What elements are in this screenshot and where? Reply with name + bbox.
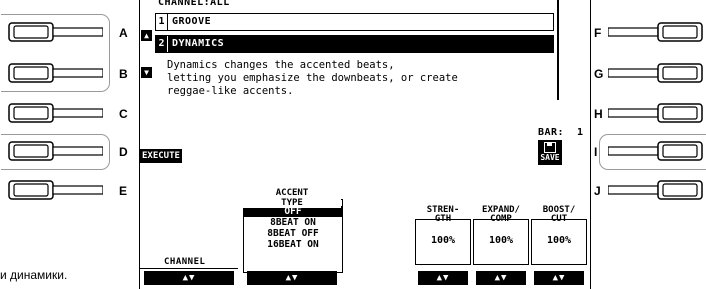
list-item-number: 1	[156, 14, 168, 30]
button-label-h: H	[594, 107, 603, 121]
channel-label: CHANNEL	[164, 257, 206, 267]
strength-updown-button[interactable]: ▲▼	[418, 271, 468, 285]
boost-cut-updown-button[interactable]: ▲▼	[534, 271, 584, 285]
description-line: Dynamics changes the accented beats,	[167, 59, 395, 71]
right-button-h[interactable]	[608, 102, 706, 124]
list-item-groove[interactable]: 1 GROOVE	[155, 13, 554, 31]
accent-type-subtitle: TYPE	[243, 198, 341, 208]
save-label: SAVE	[540, 153, 560, 162]
accent-option-8beat-off[interactable]: 8BEAT OFF	[244, 228, 342, 239]
lcd-screen: CHANNEL:ALL ▲ ▼ 1 GROOVE 2 DYNAMICS Dyna…	[139, 0, 591, 289]
left-button-c[interactable]	[5, 102, 103, 124]
panel-divider	[557, 0, 559, 100]
button-label-j: J	[594, 184, 601, 198]
button-label-b: B	[119, 67, 128, 81]
boost-cut-value: 100%	[546, 235, 572, 246]
caption-text: и динамики.	[0, 268, 68, 282]
strength-value: 100%	[430, 235, 456, 246]
scroll-down-icon[interactable]: ▼	[141, 67, 152, 78]
right-button-j[interactable]	[608, 179, 706, 201]
floppy-icon	[544, 142, 556, 153]
channel-header: CHANNEL:ALL	[158, 0, 230, 8]
accent-type-updown-button[interactable]: ▲▼	[247, 271, 337, 285]
description-text: Dynamics changes the accented beats, let…	[167, 59, 557, 98]
expand-comp-value: 100%	[488, 235, 514, 246]
accent-option-8beat-on[interactable]: 8BEAT ON	[244, 217, 342, 228]
button-label-f: F	[594, 26, 602, 40]
description-line: letting you emphasize the downbeats, or …	[167, 72, 458, 84]
accent-option-16beat-on[interactable]: 16BEAT ON	[244, 239, 342, 250]
button-label-d: D	[119, 145, 128, 159]
right-button-g[interactable]	[608, 62, 706, 84]
accent-type-list[interactable]: OFF 8BEAT ON 8BEAT OFF 16BEAT ON	[243, 199, 343, 273]
left-button-e[interactable]	[5, 179, 103, 201]
bar-label: BAR:	[538, 127, 565, 138]
expand-comp-updown-button[interactable]: ▲▼	[476, 271, 526, 285]
list-item-number: 2	[156, 36, 168, 52]
list-item-label: DYNAMICS	[172, 38, 225, 49]
highlight-ring-d	[1, 134, 110, 170]
execute-button[interactable]: EXECUTE	[140, 149, 182, 163]
highlight-ring-ab	[1, 14, 110, 92]
accent-type-title: ACCENT	[275, 188, 309, 198]
button-label-e: E	[119, 184, 128, 198]
description-line: reggae-like accents.	[167, 85, 294, 97]
channel-updown-button[interactable]: ▲▼	[144, 271, 234, 285]
button-label-i: I	[594, 145, 598, 159]
accent-type-subtitle-label: TYPE	[278, 198, 306, 208]
list-item-label: GROOVE	[172, 16, 212, 27]
highlight-ring-i	[599, 134, 706, 170]
list-item-dynamics[interactable]: 2 DYNAMICS	[155, 35, 554, 53]
button-label-c: C	[119, 107, 128, 121]
right-button-f[interactable]	[608, 21, 706, 43]
bar-value: 1	[577, 127, 584, 138]
button-label-g: G	[594, 67, 604, 81]
save-button[interactable]: SAVE	[538, 140, 562, 165]
channel-underline	[140, 268, 238, 269]
button-label-a: A	[119, 26, 128, 40]
scroll-up-icon[interactable]: ▲	[141, 30, 152, 41]
